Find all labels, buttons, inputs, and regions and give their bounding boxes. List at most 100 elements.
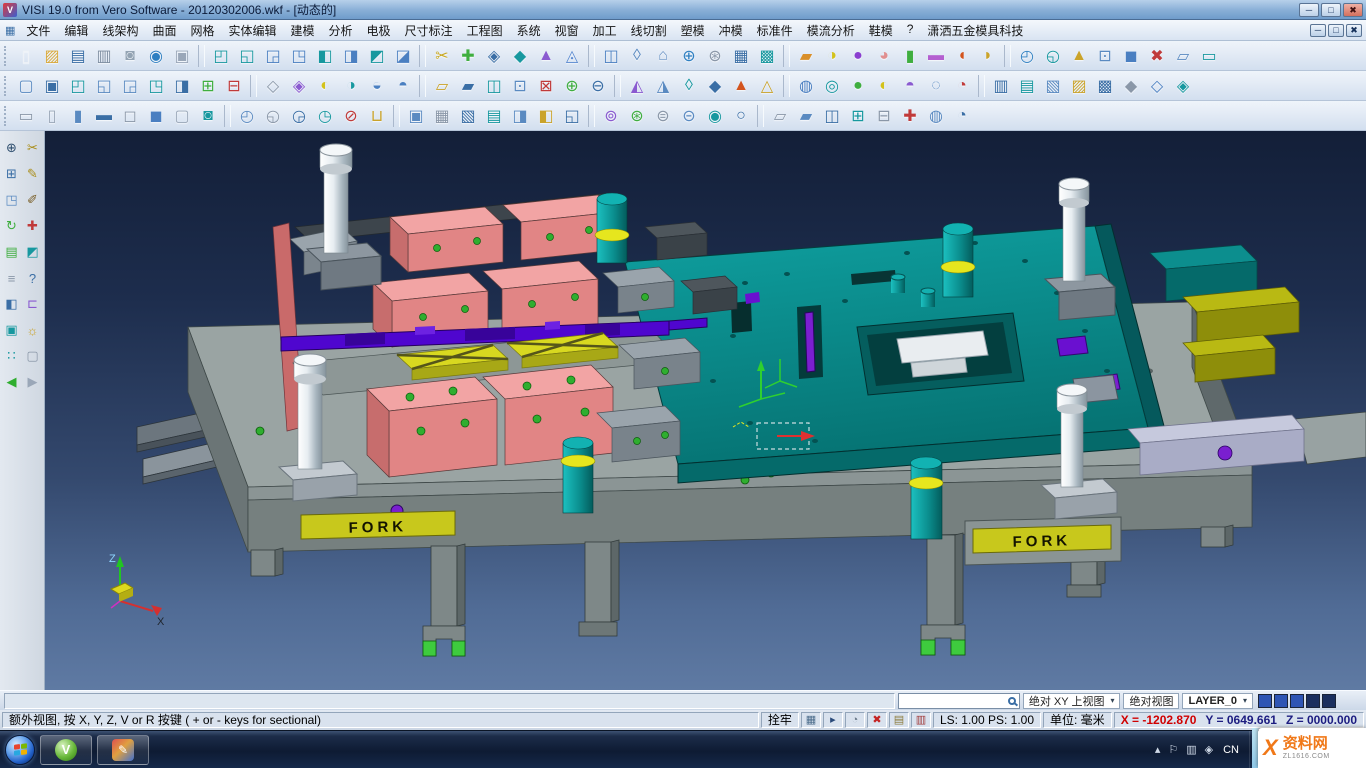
toolbar-icon[interactable]: ○: [728, 104, 754, 127]
toolbar-icon[interactable]: [419, 45, 426, 67]
toolbar-icon[interactable]: ◫: [819, 104, 845, 127]
toolbar-icon[interactable]: [588, 105, 595, 127]
toolbar-icon[interactable]: ◆: [702, 74, 728, 97]
mdi-minimize-button[interactable]: ─: [1310, 24, 1326, 37]
lock-toggle[interactable]: 拴牢: [761, 712, 799, 728]
toolbar-icon[interactable]: ▣: [169, 44, 195, 67]
toolbar-icon[interactable]: [198, 45, 205, 67]
side-tool-icon[interactable]: ?: [24, 269, 42, 287]
side-tool-icon[interactable]: ▣: [3, 321, 21, 339]
command-inputbox[interactable]: [898, 693, 1020, 709]
toolbar-icon[interactable]: ◉: [702, 104, 728, 127]
toolbar-icon[interactable]: ⊡: [1092, 44, 1118, 67]
toolbar-icon[interactable]: ◈: [481, 44, 507, 67]
toolbar-icon[interactable]: [614, 75, 621, 97]
menu-item[interactable]: 建模: [284, 20, 322, 41]
toolbar-grip[interactable]: [4, 106, 9, 126]
toolbar-icon[interactable]: ◈: [1170, 74, 1196, 97]
toolbar-icon[interactable]: ⊡: [507, 74, 533, 97]
toolbar-icon[interactable]: ◎: [819, 74, 845, 97]
menu-item[interactable]: 塑模: [674, 20, 712, 41]
toolbar-icon[interactable]: ◐: [871, 74, 897, 97]
toolbar-icon[interactable]: ⊟: [221, 74, 247, 97]
toolbar-icon[interactable]: ◙: [117, 44, 143, 67]
toolbar-icon[interactable]: [757, 105, 764, 127]
toolbar-icon[interactable]: ◆: [1118, 74, 1144, 97]
toolbar-icon[interactable]: ▬: [91, 104, 117, 127]
toolbar-icon[interactable]: ▰: [793, 104, 819, 127]
toolbar-icon[interactable]: [224, 105, 231, 127]
menu-item[interactable]: 线切割: [624, 20, 674, 41]
taskbar-app-visi[interactable]: V: [40, 735, 92, 765]
toolbar-icon[interactable]: ▮: [65, 104, 91, 127]
menu-item[interactable]: ?: [900, 20, 921, 41]
toolbar-icon[interactable]: ⊚: [598, 104, 624, 127]
side-tool-icon[interactable]: ✎: [24, 165, 42, 183]
status-tool-icon[interactable]: ◔: [845, 712, 865, 728]
side-tool-icon[interactable]: ⊞: [3, 165, 21, 183]
toolbar-icon[interactable]: ▢: [169, 104, 195, 127]
toolbar-icon[interactable]: ◊: [676, 74, 702, 97]
side-tool-icon[interactable]: ◳: [3, 191, 21, 209]
menu-item[interactable]: 系统: [510, 20, 548, 41]
toolbar-icon[interactable]: ▬: [923, 44, 949, 67]
taskbar-app-2[interactable]: ✎: [97, 735, 149, 765]
minimize-button[interactable]: ─: [1299, 3, 1319, 17]
toolbar-icon[interactable]: [1004, 45, 1011, 67]
toolbar-icon[interactable]: ▤: [1014, 74, 1040, 97]
layer-color-swatch[interactable]: [1322, 694, 1336, 708]
toolbar-icon[interactable]: ◳: [143, 74, 169, 97]
menu-item[interactable]: 网格: [183, 20, 221, 41]
toolbar-icon[interactable]: ◨: [338, 44, 364, 67]
side-tool-icon[interactable]: ⊕: [3, 139, 21, 157]
side-tool-icon[interactable]: ▤: [3, 243, 21, 261]
toolbar-icon[interactable]: ▰: [793, 44, 819, 67]
menu-item[interactable]: 电极: [360, 20, 398, 41]
toolbar-icon[interactable]: ◷: [312, 104, 338, 127]
toolbar-icon[interactable]: ◨: [169, 74, 195, 97]
toolbar-icon[interactable]: [393, 105, 400, 127]
toolbar-icon[interactable]: ◗: [975, 44, 1001, 67]
toolbar-icon[interactable]: ✚: [455, 44, 481, 67]
workplane-combo[interactable]: 绝对 XY 上视图 ▾: [1023, 693, 1121, 709]
toolbar-icon[interactable]: ▮: [897, 44, 923, 67]
toolbar-icon[interactable]: ▣: [39, 74, 65, 97]
toolbar-icon[interactable]: ▲: [1066, 44, 1092, 67]
side-tool-icon[interactable]: ✚: [24, 217, 42, 235]
toolbar-icon[interactable]: ●: [845, 74, 871, 97]
menu-item[interactable]: 加工: [586, 20, 624, 41]
command-input[interactable]: [902, 695, 1006, 707]
toolbar-icon[interactable]: ▣: [403, 104, 429, 127]
side-tool-icon[interactable]: ☼: [24, 321, 42, 339]
toolbar-icon[interactable]: ◇: [260, 74, 286, 97]
toolbar-icon[interactable]: ◳: [286, 44, 312, 67]
close-button[interactable]: ✖: [1343, 3, 1363, 17]
toolbar-icon[interactable]: ◱: [559, 104, 585, 127]
toolbar-icon[interactable]: ▥: [91, 44, 117, 67]
side-tool-icon[interactable]: ▢: [24, 347, 42, 365]
toolbar-icon[interactable]: ▲: [533, 44, 559, 67]
toolbar-icon[interactable]: ◐: [312, 74, 338, 97]
menu-item[interactable]: 鞋模: [862, 20, 900, 41]
toolbar-icon[interactable]: ◶: [286, 104, 312, 127]
menu-item[interactable]: 实体编辑: [221, 20, 283, 41]
side-tool-icon[interactable]: ⊏: [24, 295, 42, 313]
toolbar-icon[interactable]: ◊: [624, 44, 650, 67]
toolbar-icon[interactable]: ▦: [429, 104, 455, 127]
toolbar-icon[interactable]: ◑: [338, 74, 364, 97]
toolbar-icon[interactable]: [250, 75, 257, 97]
toolbar-icon[interactable]: ◑: [819, 44, 845, 67]
toolbar-icon[interactable]: ⊘: [338, 104, 364, 127]
toolbar-icon[interactable]: ◈: [286, 74, 312, 97]
menu-item[interactable]: 工程图: [460, 20, 510, 41]
status-tool-icon[interactable]: ▥: [911, 712, 931, 728]
status-tool-icon[interactable]: ✖: [867, 712, 887, 728]
toolbar-icon[interactable]: ◧: [533, 104, 559, 127]
mdi-restore-button[interactable]: □: [1328, 24, 1344, 37]
toolbar-icon[interactable]: ⊕: [676, 44, 702, 67]
toolbar-icon[interactable]: ▩: [754, 44, 780, 67]
toolbar-icon[interactable]: ▤: [65, 44, 91, 67]
toolbar-icon[interactable]: ◱: [91, 74, 117, 97]
toolbar-icon[interactable]: ⊔: [364, 104, 390, 127]
language-indicator[interactable]: CN: [1218, 744, 1244, 756]
